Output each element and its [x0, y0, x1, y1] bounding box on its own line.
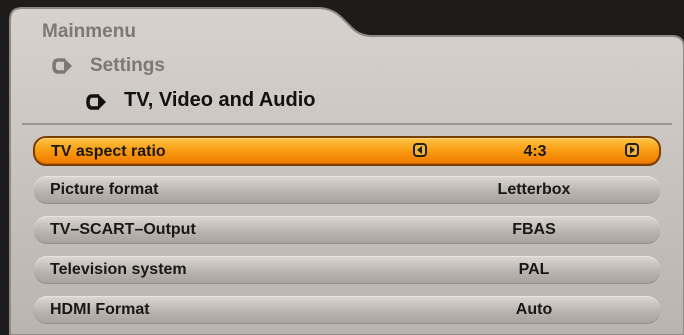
curved-arrow-icon — [86, 93, 108, 110]
breadcrumb-settings-label: Settings — [90, 55, 165, 76]
row-value: PAL — [518, 261, 550, 278]
settings-panel: Mainmenu Settings TV, Video and Audio TV… — [0, 0, 684, 335]
row-value: Auto — [515, 301, 553, 318]
menu-row-tv-aspect-ratio[interactable]: TV aspect ratio 4:3 — [33, 136, 661, 166]
breadcrumb-current: TV, Video and Audio — [86, 89, 316, 112]
panel-background — [9, 7, 684, 335]
row-value: Letterbox — [497, 181, 571, 198]
right-arrow-button-icon[interactable] — [625, 143, 639, 157]
row-value: 4:3 — [523, 143, 547, 160]
row-label: TV–SCART–Output — [50, 221, 196, 238]
breadcrumb-mainmenu[interactable]: Mainmenu — [42, 21, 136, 43]
menu-row-television-system[interactable]: Television system PAL — [34, 256, 660, 284]
curved-arrow-icon — [52, 58, 74, 74]
breadcrumb-settings[interactable]: Settings — [52, 55, 165, 77]
breadcrumb-current-label: TV, Video and Audio — [124, 89, 316, 111]
left-arrow-button-icon[interactable] — [413, 143, 427, 157]
menu-row-hdmi-format[interactable]: HDMI Format Auto — [34, 296, 660, 324]
menu-row-tv-scart-output[interactable]: TV–SCART–Output FBAS — [34, 216, 660, 244]
row-label: Picture format — [50, 181, 159, 198]
row-value: FBAS — [512, 221, 556, 238]
row-label: HDMI Format — [50, 301, 150, 318]
row-label: TV aspect ratio — [51, 143, 166, 160]
menu-row-picture-format[interactable]: Picture format Letterbox — [34, 176, 660, 204]
row-label: Television system — [50, 261, 187, 278]
